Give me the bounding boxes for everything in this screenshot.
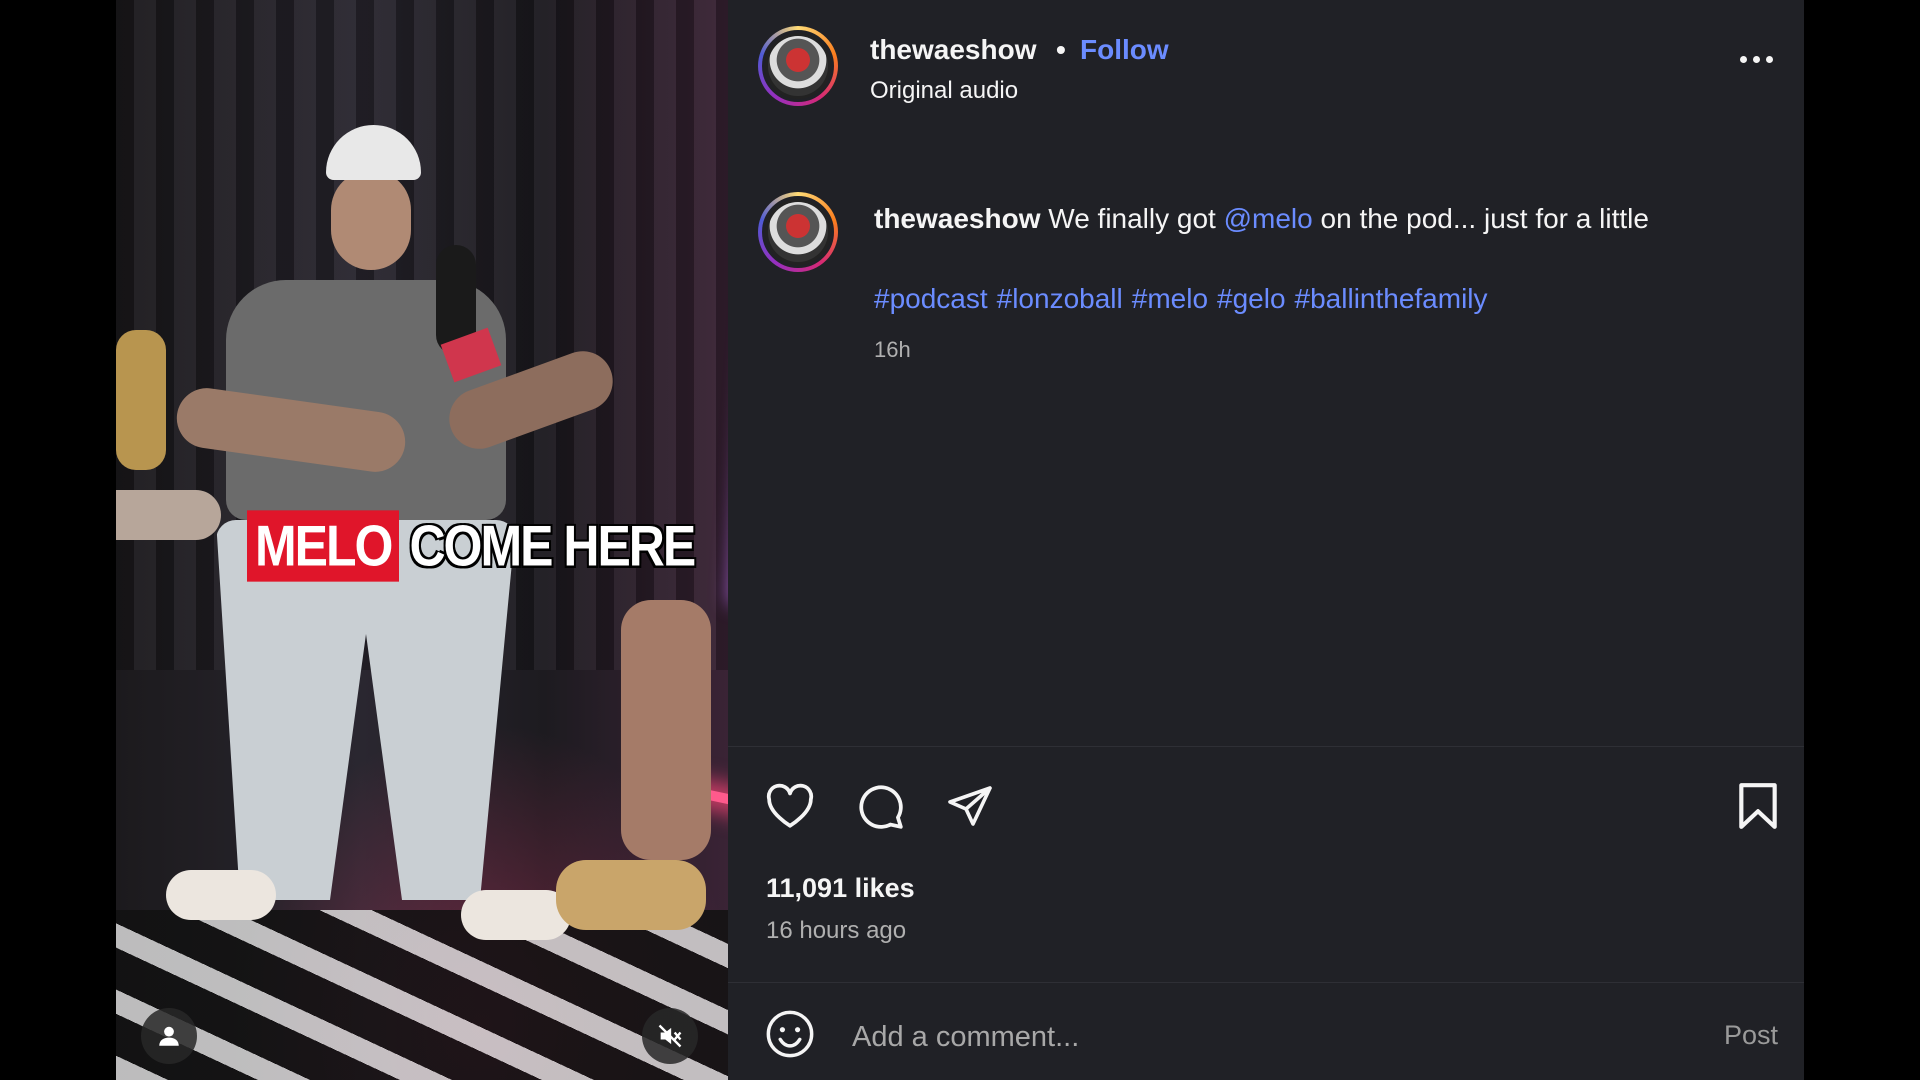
post-comment-button[interactable]: Post bbox=[1724, 1020, 1778, 1051]
more-options-icon[interactable] bbox=[1740, 56, 1773, 63]
caption-text: We finally got bbox=[1048, 203, 1216, 234]
person-head bbox=[331, 170, 411, 270]
muted-speaker-icon bbox=[658, 1024, 682, 1048]
emoji-button[interactable] bbox=[764, 1008, 816, 1065]
second-person-shoe bbox=[556, 860, 706, 930]
username-link[interactable]: thewaeshow bbox=[870, 34, 1036, 66]
profile-logo bbox=[768, 202, 828, 262]
user-icon bbox=[159, 1026, 179, 1046]
mention-link[interactable]: @melo bbox=[1224, 203, 1313, 234]
avatar[interactable] bbox=[758, 26, 838, 106]
post-panel: thewaeshow • Follow Original audio thewa… bbox=[728, 0, 1804, 1080]
person-shoe bbox=[461, 890, 571, 940]
caption-timestamp: 16h bbox=[874, 337, 911, 362]
caption-highlight: MELO bbox=[247, 510, 400, 582]
rug bbox=[116, 910, 728, 1080]
hashtag-link[interactable]: #melo bbox=[1132, 283, 1208, 314]
comment-icon bbox=[859, 785, 903, 829]
heart-icon bbox=[766, 783, 814, 828]
post-timestamp: 16 hours ago bbox=[766, 917, 907, 944]
hashtags: #podcast #lonzoball #melo #gelo #ballinthefa… bbox=[874, 283, 1497, 315]
like-button[interactable] bbox=[764, 780, 816, 832]
likes-count[interactable]: 11,091 likes bbox=[766, 873, 915, 904]
action-bar bbox=[764, 780, 996, 832]
comment-input[interactable] bbox=[850, 1014, 1674, 1060]
gold-statue bbox=[116, 330, 166, 470]
bookmark-icon bbox=[1739, 783, 1777, 829]
caption-text: on the pod... just for a little bbox=[1320, 203, 1649, 234]
caption-username[interactable]: thewaeshow bbox=[874, 203, 1040, 234]
send-icon bbox=[948, 786, 992, 826]
post-header: thewaeshow • Follow Original audio bbox=[728, 0, 1804, 140]
video-caption: MELO COME HERE bbox=[247, 510, 696, 582]
divider bbox=[728, 746, 1804, 747]
side-table bbox=[116, 490, 221, 540]
hashtag-link[interactable]: #lonzoball bbox=[997, 283, 1123, 314]
audio-link[interactable]: Original audio bbox=[870, 77, 1018, 105]
tagged-users-button[interactable] bbox=[141, 1008, 197, 1064]
hashtag-link[interactable]: #gelo bbox=[1217, 283, 1286, 314]
second-person-leg bbox=[621, 600, 711, 860]
person-shoe bbox=[166, 870, 276, 920]
hashtag-link[interactable]: #ballinthefamily bbox=[1295, 283, 1488, 314]
profile-logo bbox=[768, 36, 828, 96]
save-button[interactable] bbox=[1732, 780, 1784, 832]
separator-dot: • bbox=[1056, 34, 1066, 65]
comment-button[interactable] bbox=[854, 780, 906, 832]
share-button[interactable] bbox=[944, 780, 996, 832]
emoji-icon bbox=[766, 1010, 814, 1058]
caption-text: COME HERE bbox=[409, 513, 696, 579]
follow-button[interactable]: Follow bbox=[1080, 34, 1169, 66]
caption-avatar[interactable] bbox=[758, 192, 838, 272]
hashtag-link[interactable]: #podcast bbox=[874, 283, 988, 314]
mute-button[interactable] bbox=[642, 1008, 698, 1064]
post-caption: thewaeshow We finally got @melo on the p… bbox=[874, 203, 1649, 235]
divider bbox=[728, 982, 1804, 983]
